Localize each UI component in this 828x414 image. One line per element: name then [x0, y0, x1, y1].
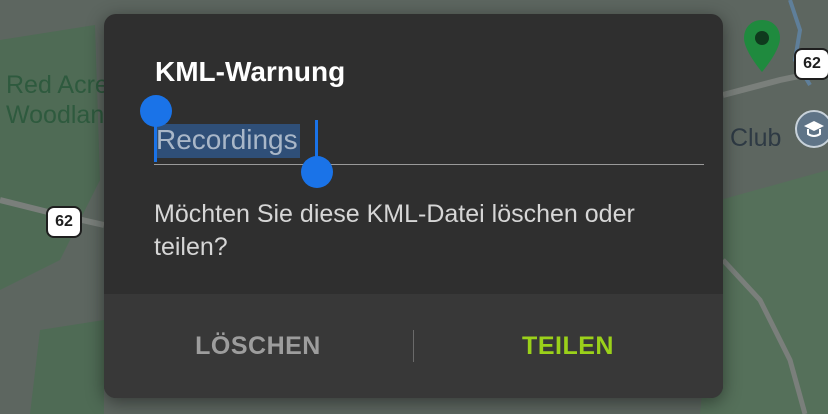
kml-warning-dialog: KML-Warnung Recordings Möchten Sie diese…: [104, 14, 723, 398]
delete-button[interactable]: LÖSCHEN: [148, 326, 368, 366]
selection-start-handle[interactable]: [140, 95, 172, 127]
filename-input-value[interactable]: Recordings: [154, 124, 300, 158]
button-divider: [413, 330, 414, 362]
map-area-label: Red Acre Woodland: [6, 70, 118, 130]
school-icon[interactable]: [795, 110, 828, 148]
map-area-label-line: Woodland: [6, 101, 119, 129]
park-area: [30, 320, 104, 414]
dialog-message: Möchten Sie diese KML-Datei löschen oder…: [154, 200, 635, 261]
selection-end-handle[interactable]: [301, 156, 333, 188]
filename-input[interactable]: Recordings: [154, 118, 704, 165]
dialog-title: KML-Warnung: [155, 56, 346, 87]
route-shield: 62: [794, 48, 828, 80]
dialog-footer: LÖSCHEN TEILEN: [104, 294, 723, 398]
route-shield: 62: [46, 206, 82, 238]
map-place-label: Club: [730, 124, 782, 152]
map-area-label-line: Red Acre: [6, 71, 109, 99]
map-pin-icon[interactable]: [742, 18, 782, 74]
share-button[interactable]: TEILEN: [458, 326, 678, 366]
